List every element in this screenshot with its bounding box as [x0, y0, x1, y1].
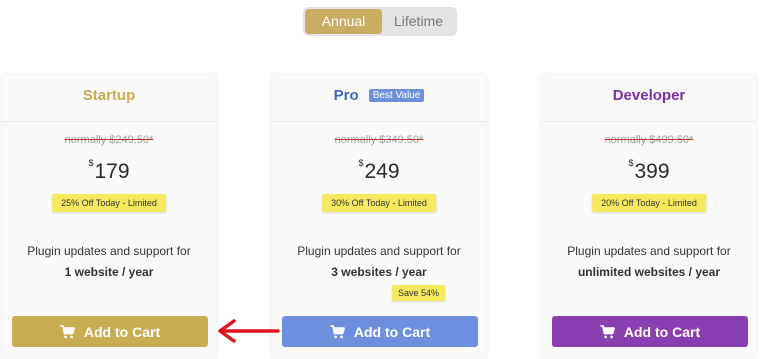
feature-sites: unlimited websites / year	[577, 265, 721, 279]
currency-symbol: $	[358, 158, 364, 168]
add-to-cart-label: Add to Cart	[353, 323, 431, 340]
add-to-cart-label: Add to Cart	[623, 323, 701, 340]
add-to-cart-button[interactable]: Add to Cart	[12, 316, 208, 347]
plan-price: $179	[2, 158, 216, 184]
plan-price: $399	[542, 158, 756, 184]
discount-badge: 25% Off Today - Limited	[52, 194, 166, 212]
discount-badge: 30% Off Today - Limited	[322, 194, 436, 212]
feature-text: Plugin updates and support for	[297, 244, 461, 258]
price-value: 399	[634, 160, 670, 183]
price-value: 249	[364, 160, 400, 183]
billing-toggle: Annual Lifetime	[303, 7, 457, 36]
currency-symbol: $	[628, 158, 634, 168]
original-price: normally $249.50*	[64, 134, 154, 146]
add-to-cart-button[interactable]: Add to Cart	[282, 316, 478, 347]
save-badge: Save 54%	[392, 285, 446, 301]
add-to-cart-button[interactable]: Add to Cart	[552, 316, 748, 347]
original-price: normally $499.50*	[604, 134, 694, 146]
discount-badge: 20% Off Today - Limited	[592, 194, 706, 212]
feature-sites: 1 website / year	[64, 265, 154, 279]
feature-text: Plugin updates and support for	[27, 244, 191, 258]
add-to-cart-label: Add to Cart	[83, 323, 161, 340]
plan-name-row: Pro Best Value	[272, 87, 486, 104]
price-value: 179	[94, 160, 130, 183]
plan-card-startup: Startup normally $249.50* $179 25% Off T…	[2, 75, 216, 359]
plan-name: Developer	[612, 87, 686, 104]
plan-price: $249	[272, 158, 486, 184]
toggle-lifetime[interactable]: Lifetime	[382, 9, 455, 34]
cart-icon	[60, 324, 75, 338]
divider	[272, 121, 486, 122]
original-price: normally $349.50*	[334, 134, 424, 146]
best-value-badge: Best Value	[368, 89, 425, 102]
plan-name: Startup	[82, 87, 136, 104]
plan-name: Pro	[333, 87, 359, 104]
cart-icon	[600, 324, 615, 338]
arrow-left-icon	[218, 319, 280, 343]
feature-text: Plugin updates and support for	[567, 244, 731, 258]
feature-sites: 3 websites / year	[331, 265, 427, 279]
plan-card-developer: Developer normally $499.50* $399 20% Off…	[542, 75, 756, 359]
currency-symbol: $	[88, 158, 94, 168]
divider	[542, 121, 756, 122]
cart-icon	[330, 324, 345, 338]
toggle-annual[interactable]: Annual	[305, 9, 382, 34]
plan-card-pro: Pro Best Value normally $349.50* $249 30%…	[272, 75, 486, 359]
divider	[2, 121, 216, 122]
